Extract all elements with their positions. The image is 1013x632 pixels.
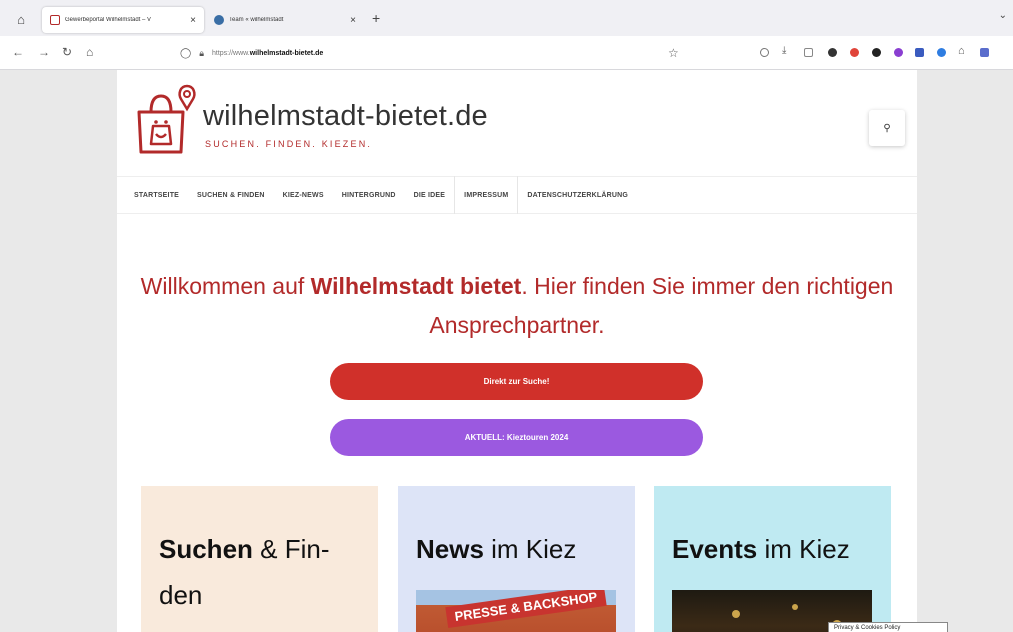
search-icon: ⚲ bbox=[883, 122, 891, 134]
card-title: News im Kiez bbox=[416, 526, 621, 572]
extension-6-icon[interactable] bbox=[980, 48, 989, 57]
browser-nav-bar: ← → ↻ ⌂ ◯ 🔒︎ https://www. wilhelmstadt-bi… bbox=[0, 36, 1013, 70]
card-suchen-finden[interactable]: Suchen & Fin-den bbox=[141, 486, 378, 632]
browser-tab-inactive[interactable]: Team « wilhelmstadt × bbox=[206, 7, 364, 33]
card-title-bold: Events bbox=[672, 534, 758, 564]
tab-overview-button[interactable]: ⌂ bbox=[8, 6, 34, 32]
star-icon[interactable]: ☆ bbox=[668, 46, 679, 60]
welcome-text-part1: Willkommen auf bbox=[140, 273, 311, 299]
arrow-right-icon[interactable]: → bbox=[38, 45, 50, 59]
card-title-bold: News bbox=[416, 534, 484, 564]
menu-item-impressum[interactable]: IMPRESSUM bbox=[454, 176, 519, 214]
card-title-rest: im Kiez bbox=[483, 534, 577, 564]
lock-icon[interactable]: 🔒︎ bbox=[199, 48, 204, 59]
extension-4-icon[interactable] bbox=[915, 48, 924, 57]
adblock-icon[interactable] bbox=[850, 48, 859, 57]
extension-5-icon[interactable] bbox=[937, 48, 946, 57]
new-tab-icon[interactable]: + bbox=[372, 10, 380, 26]
pocket-icon[interactable] bbox=[760, 48, 769, 57]
menu-item-die-idee[interactable]: DIE IDEE bbox=[405, 176, 455, 214]
light-dot bbox=[792, 604, 798, 610]
news-card-image[interactable]: PRESSE & BACKSHOP bbox=[416, 590, 616, 632]
tab-overview-icon: ⌂ bbox=[17, 11, 25, 27]
chevron-down-icon[interactable]: ⌄ bbox=[999, 10, 1007, 21]
page-viewport: wilhelmstadt-bietet.de SUCHEN. FINDEN. K… bbox=[0, 70, 1013, 632]
url-domain: wilhelmstadt-bietet.de bbox=[249, 49, 324, 57]
extension-3-icon[interactable] bbox=[894, 48, 903, 57]
welcome-heading: Willkommen auf Wilhelmstadt bietet. Hier… bbox=[137, 267, 897, 345]
card-events[interactable]: Events im Kiez bbox=[654, 486, 891, 632]
url-prefix: https://www. bbox=[212, 49, 250, 57]
site-tagline: SUCHEN. FINDEN. KIEZEN. bbox=[205, 139, 373, 149]
menu-item-startseite[interactable]: STARTSEITE bbox=[125, 176, 188, 214]
welcome-text-bold: Wilhelmstadt bietet bbox=[310, 273, 522, 299]
card-title: Suchen & Fin-den bbox=[159, 526, 364, 618]
site-search-button[interactable]: ⚲ bbox=[869, 110, 905, 146]
close-tab-icon[interactable]: × bbox=[350, 15, 356, 26]
address-bar[interactable]: ◯ 🔒︎ https://www. wilhelmstadt-bietet.de … bbox=[180, 41, 690, 65]
card-title-rest: im Kiez bbox=[757, 534, 850, 564]
card-title: Events im Kiez bbox=[672, 526, 877, 572]
browser-tab-active[interactable]: Gewerbeportal Wilhelmstadt – V × bbox=[42, 7, 204, 33]
main-menu: STARTSEITE SUCHEN & FINDEN KIEZ-NEWS HIN… bbox=[117, 176, 917, 214]
arrow-left-icon[interactable]: ← bbox=[12, 45, 24, 59]
extension-1-icon[interactable] bbox=[828, 48, 837, 57]
menu-item-datenschutz[interactable]: DATENSCHUTZERKLÄRUNG bbox=[518, 176, 637, 214]
menu-item-suchen-finden[interactable]: SUCHEN & FINDEN bbox=[188, 176, 274, 214]
site-favicon-icon bbox=[50, 15, 60, 25]
card-title-bold: Suchen bbox=[159, 534, 253, 564]
search-cta-button[interactable]: Direkt zur Suche! bbox=[330, 363, 703, 400]
card-news[interactable]: News im Kiez PRESSE & BACKSHOP bbox=[398, 486, 635, 632]
menu-item-kiez-news[interactable]: KIEZ-NEWS bbox=[274, 176, 333, 214]
download-icon[interactable]: ⤓ bbox=[782, 45, 786, 56]
light-dot bbox=[732, 610, 740, 618]
site-container: wilhelmstadt-bietet.de SUCHEN. FINDEN. K… bbox=[117, 70, 917, 632]
shopping-bag-logo-icon[interactable] bbox=[129, 82, 199, 154]
home-icon[interactable]: ⌂ bbox=[86, 45, 93, 59]
tab-title: Gewerbeportal Wilhelmstadt – V bbox=[65, 17, 152, 23]
close-tab-icon[interactable]: × bbox=[190, 15, 196, 26]
browser-tab-bar: ⌂ Gewerbeportal Wilhelmstadt – V × Team … bbox=[0, 0, 1013, 36]
extension-2-icon[interactable] bbox=[872, 48, 881, 57]
reload-icon[interactable]: ↻ bbox=[62, 45, 72, 59]
reader-icon[interactable] bbox=[804, 48, 813, 57]
kiosk-sign-text: PRESSE & BACKSHOP bbox=[445, 590, 607, 629]
menu-item-hintergrund[interactable]: HINTERGRUND bbox=[333, 176, 405, 214]
wordpress-favicon-icon bbox=[214, 15, 224, 25]
puzzle-icon[interactable]: ⌂ bbox=[958, 45, 965, 57]
tab-title: Team « wilhelmstadt bbox=[229, 17, 284, 23]
kieztouren-cta-button[interactable]: AKTUELL: Kieztouren 2024 bbox=[330, 419, 703, 456]
shield-icon[interactable]: ◯ bbox=[180, 48, 191, 59]
site-brand-name[interactable]: wilhelmstadt-bietet.de bbox=[203, 100, 488, 133]
privacy-cookies-tooltip[interactable]: Privacy & Cookies Policy bbox=[828, 622, 948, 632]
